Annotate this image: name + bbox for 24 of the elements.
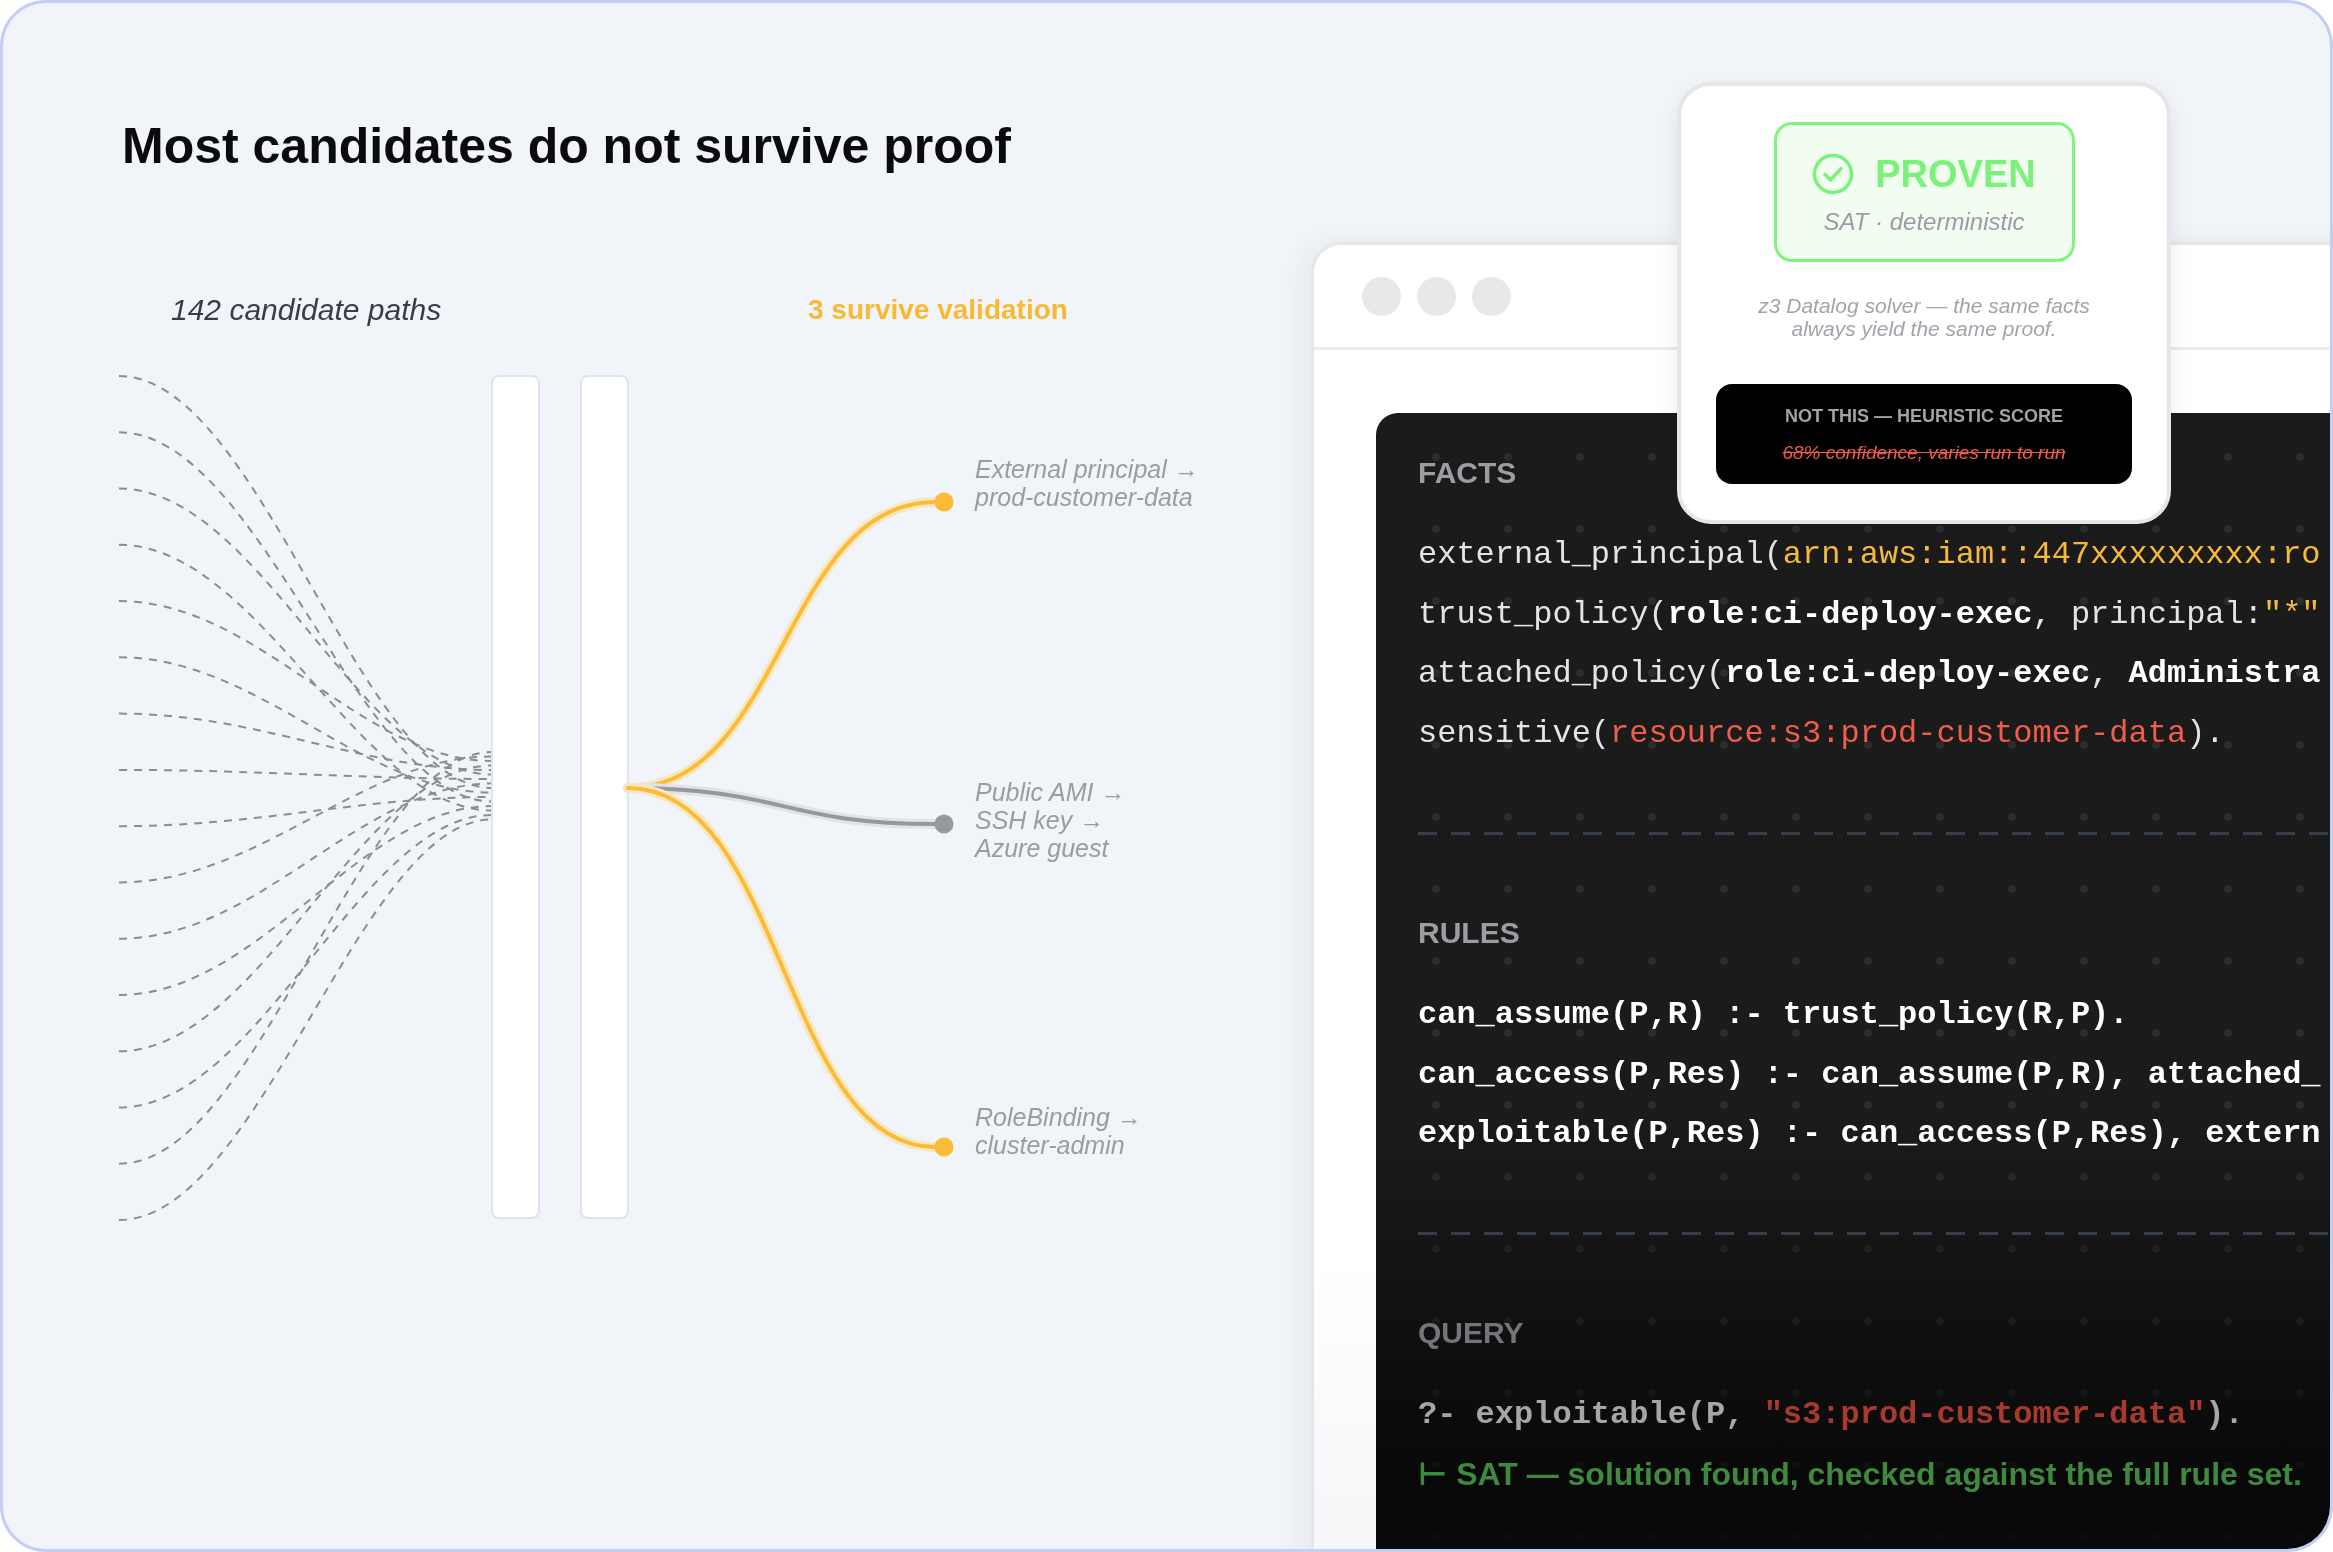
candidate-count-label: 142 candidate paths: [171, 292, 442, 328]
code-line: external_principal(arn:aws:iam::447xxxxxxxxx:ro: [1418, 535, 2321, 575]
path-label: Public AMI → SSH key → Azure guest: [975, 778, 1126, 862]
section-heading: QUERY: [1418, 1314, 1524, 1351]
code-line: attached_policy(role:ci-deploy-exec, Administra: [1418, 654, 2321, 695]
path-label: External principal → prod-customer-data: [975, 455, 1199, 511]
survivor-count-label: 3 survive validation: [808, 293, 1068, 327]
result-line: ⊢ SAT — solution found, checked against the full rule set.: [1418, 1454, 2302, 1494]
code-line: can_assume(P,R) :- trust_policy(R,P).: [1418, 994, 2129, 1035]
code-line: can_access(P,Res) :- can_assume(P,R), attached_: [1418, 1054, 2321, 1095]
code-line: ?- exploitable(P, "s3:prod-customer-data").: [1418, 1394, 2244, 1435]
heuristic-detail: 68% confidence, varies run to run: [1782, 441, 2066, 465]
check-circle-icon: [1812, 153, 1855, 195]
verdict-description: z3 Datalog solver — the same facts always yield the same proof.: [1757, 294, 2091, 340]
code-line: sensitive(resource:s3:prod-customer-data).: [1418, 714, 2225, 755]
page-title: Most candidates do not survive proof: [122, 121, 1011, 171]
code-line: exploitable(P,Res) :- can_access(P,Res), extern: [1418, 1114, 2321, 1155]
section-heading: FACTS: [1418, 455, 1517, 491]
badge-status: PROVEN: [1875, 152, 2036, 196]
heuristic-heading: NOT THIS — HEURISTIC SCORE: [1785, 405, 2063, 428]
badge-detail: SAT · deterministic: [1823, 207, 2025, 237]
section-heading: RULES: [1418, 914, 1520, 951]
code-line: trust_policy(role:ci-deploy-exec, principal:"*": [1418, 594, 2321, 635]
path-label: RoleBinding → cluster-admin: [975, 1103, 1142, 1159]
